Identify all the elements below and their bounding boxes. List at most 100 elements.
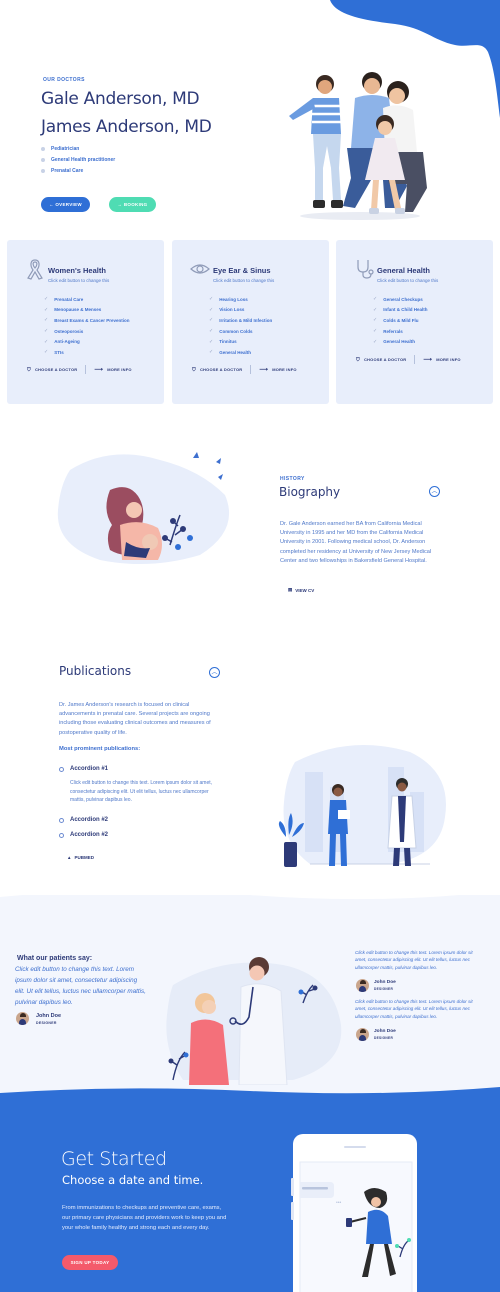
check-icon: ✓ (44, 328, 49, 335)
author-name: John Doe (374, 1029, 396, 1034)
check-icon: ✓ (44, 306, 49, 313)
author-name: John Doe (36, 1013, 62, 1019)
view-cv-label: VIEW CV (295, 587, 315, 593)
more-info-link[interactable]: MORE INFO (436, 357, 460, 362)
overview-button[interactable]: ← OVERVIEW (41, 197, 90, 212)
service-label: Prenatal Care (54, 296, 84, 302)
service-item: ✓ Osteoporosis (44, 326, 130, 337)
specialty-item: Pediatrician (41, 143, 115, 154)
service-list: ✓ General Checkups ✓ Infant & Child Health… (373, 294, 427, 347)
shield-icon: ⛉ (192, 366, 196, 373)
service-item: ✓ STIs (44, 347, 130, 358)
service-list: ✓ Hearing Loss ✓ Vision Loss ✓ Irritation &… (209, 294, 272, 358)
check-icon: ✓ (44, 317, 49, 324)
service-label: Vision Loss (219, 307, 245, 313)
service-label: General Checkups (383, 296, 423, 302)
check-icon: ✓ (209, 328, 214, 335)
author-role: DESIGNER (374, 1036, 394, 1040)
bullet-icon (41, 168, 45, 173)
accordion-header-1[interactable]: Accordion #1 (59, 766, 108, 772)
document-icon: ▤ (288, 587, 293, 592)
divider (85, 365, 87, 374)
choose-doctor-link[interactable]: CHOOSE A DOCTOR (35, 367, 77, 372)
view-cv-link[interactable]: ▤ VIEW CV (288, 587, 314, 593)
check-icon: ✓ (373, 296, 378, 303)
service-label: Infant & Child Health (383, 307, 428, 313)
shield-icon: ⛉ (356, 356, 360, 363)
wave-divider (0, 1085, 500, 1094)
side-testimonial-quote-1: Click edit button to change this text. L… (355, 950, 473, 970)
check-icon: ✓ (209, 338, 214, 345)
card-links: ⛉ CHOOSE A DOCTOR ⟶ MORE INFO (356, 355, 461, 364)
chevron-up-icon[interactable]: ︿ (429, 486, 440, 497)
publications-title: Publications (59, 664, 132, 678)
arrow-right-icon: ⟶ (423, 357, 433, 363)
doctor-name-james: James Anderson, MD (41, 117, 212, 137)
wave-divider (0, 885, 500, 900)
service-item: ✓ Breast Exams & Cancer Prevention (44, 315, 130, 326)
specialty-label: Prenatal Care (51, 167, 84, 174)
service-label: Breast Exams & Cancer Prevention (54, 317, 130, 323)
service-label: Referrals (383, 328, 403, 334)
service-item: ✓ Irritation & Mild Infection (209, 315, 272, 326)
service-label: Colds & Mild Flu (383, 317, 419, 323)
card-subtitle: Click edit button to change this (377, 278, 439, 283)
more-info-link[interactable]: MORE INFO (272, 367, 296, 372)
ribbon-icon (27, 259, 43, 280)
check-icon: ✓ (373, 306, 378, 313)
choose-doctor-link[interactable]: CHOOSE A DOCTOR (200, 367, 242, 372)
arrow-right-icon: ⟶ (94, 367, 104, 373)
accordion-indicator-icon (59, 832, 64, 838)
accordion-indicator-icon (59, 766, 64, 772)
check-icon: ✓ (373, 338, 378, 345)
card-subtitle: Click edit button to change this (213, 278, 275, 283)
more-info-link[interactable]: MORE INFO (107, 367, 131, 372)
specialty-item: Prenatal Care (41, 165, 115, 176)
author-avatar (16, 1012, 29, 1025)
eye-icon (190, 264, 210, 274)
stethoscope-icon (357, 260, 374, 279)
accordion-title: Accordion #2 (70, 817, 109, 823)
specialty-label: General Health practitioner (51, 156, 116, 163)
booking-button[interactable]: → BOOKING (109, 197, 156, 212)
author-avatar (356, 979, 369, 992)
pubmed-link[interactable]: ▲ PUBMED (67, 855, 94, 860)
accordion-header-3[interactable]: Accordion #2 (59, 832, 108, 838)
accordion-header-2[interactable]: Accordion #2 (59, 817, 108, 823)
history-eyebrow: HISTORY (280, 476, 305, 482)
service-label: General Health (383, 339, 415, 345)
check-icon: ✓ (44, 349, 49, 356)
check-icon: ✓ (209, 296, 214, 303)
accordion-title: Accordion #1 (70, 766, 109, 772)
arrow-right-icon: ⟶ (259, 367, 269, 373)
author-name: John Doe (374, 980, 396, 985)
check-icon: ✓ (209, 317, 214, 324)
card-title: General Health (377, 266, 430, 275)
accordion-title: Accordion #2 (70, 832, 109, 838)
service-label: Osteoporosis (54, 328, 84, 334)
accordion-body-1: Click edit button to change this text. L… (70, 780, 213, 803)
service-label: Tinnitus (219, 339, 237, 345)
author-role: DESIGNER (374, 987, 394, 991)
service-card-eye-ear-sinus: Eye Ear & Sinus Click edit button to cha… (172, 240, 329, 404)
service-label: Hearing Loss (219, 296, 248, 302)
service-item: ✓ Tinnitus (209, 336, 272, 347)
svg-text:•••: ••• (336, 1200, 342, 1206)
service-item: ✓ Infant & Child Health (373, 305, 427, 316)
card-subtitle: Click edit button to change this (48, 278, 110, 283)
check-icon: ✓ (44, 338, 49, 345)
publications-heading: Most prominent publications: (59, 746, 141, 752)
doctor-name-gale: Gale Anderson, MD (41, 89, 200, 109)
service-item: ✓ Anti-Ageing (44, 336, 130, 347)
service-item: ✓ Menopause & Menses (44, 305, 130, 316)
bullet-icon (41, 157, 45, 162)
card-links: ⛉ CHOOSE A DOCTOR ⟶ MORE INFO (192, 365, 297, 374)
check-icon: ✓ (44, 296, 49, 303)
choose-doctor-link[interactable]: CHOOSE A DOCTOR (364, 357, 406, 362)
chevron-up-icon[interactable]: ︿ (209, 667, 220, 678)
divider (250, 365, 252, 374)
service-item: ✓ Referrals (373, 326, 427, 337)
biography-text: Dr. Gale Anderson earned her BA from Cal… (280, 521, 432, 564)
sign-up-button[interactable]: SIGN UP TODAY (62, 1255, 118, 1270)
card-title: Eye Ear & Sinus (213, 266, 271, 275)
